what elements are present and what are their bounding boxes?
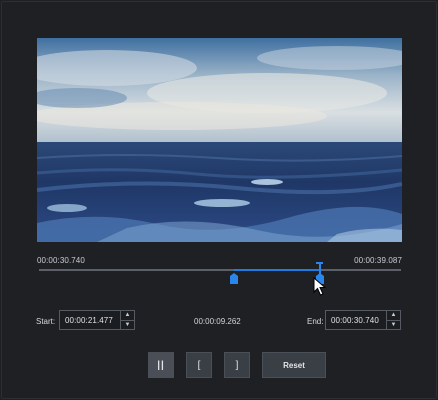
timeline-track[interactable] (39, 269, 401, 271)
start-label: Start: (36, 317, 56, 326)
range-start-time: 00:00:30.740 (37, 256, 85, 265)
selection-duration: 00:00:09.262 (194, 317, 241, 326)
reset-button[interactable]: Reset (262, 352, 326, 378)
mark-in-icon: [ (197, 359, 201, 371)
start-marker-handle[interactable] (230, 273, 239, 284)
mark-out-icon: ] (235, 359, 239, 371)
end-time-spinner[interactable]: ▲ ▼ (386, 311, 400, 329)
end-time-field[interactable]: 00:00:30.740 ▲ ▼ (325, 310, 401, 330)
pause-icon: || (157, 359, 165, 371)
start-time-up-button[interactable]: ▲ (121, 311, 134, 321)
start-time-down-button[interactable]: ▼ (121, 321, 134, 330)
pause-button[interactable]: || (148, 352, 174, 378)
mouse-cursor-icon (313, 277, 327, 296)
mark-in-button[interactable]: [ (186, 352, 212, 378)
end-time-up-button[interactable]: ▲ (387, 311, 400, 321)
mark-out-button[interactable]: ] (224, 352, 250, 378)
range-end-time: 00:00:39.087 (354, 256, 402, 265)
start-time-field[interactable]: 00:00:21.477 ▲ ▼ (59, 310, 135, 330)
end-label: End: (307, 317, 324, 326)
reset-label: Reset (283, 360, 305, 370)
start-time-spinner[interactable]: ▲ ▼ (120, 311, 134, 329)
ocean-image (37, 38, 402, 242)
start-time-input[interactable]: 00:00:21.477 (60, 316, 120, 325)
timeline-selection (234, 269, 320, 271)
end-time-input[interactable]: 00:00:30.740 (326, 316, 386, 325)
video-preview[interactable] (37, 38, 402, 242)
end-time-down-button[interactable]: ▼ (387, 321, 400, 330)
